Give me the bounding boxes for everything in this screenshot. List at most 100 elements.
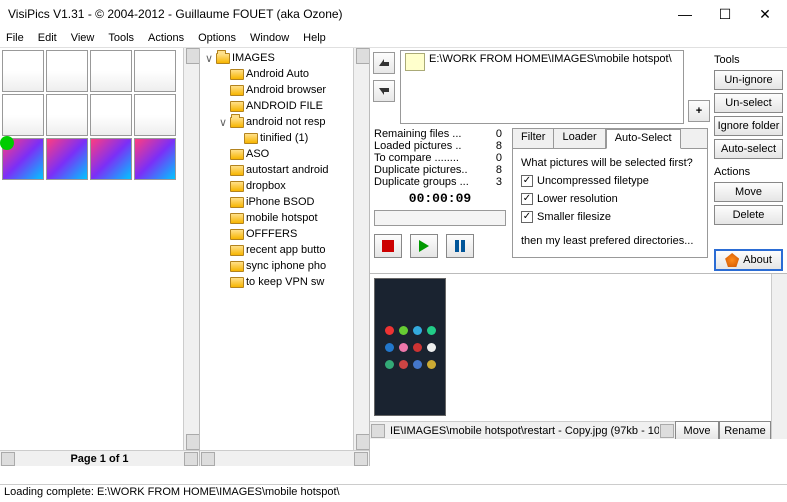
thumbnail[interactable] — [2, 94, 44, 136]
menu-view[interactable]: View — [71, 32, 95, 44]
thumbnails-pager: Page 1 of 1 — [0, 450, 199, 466]
thumbnail[interactable] — [90, 50, 132, 92]
move-button[interactable]: Move — [714, 182, 783, 202]
thumbnails-vscroll[interactable] — [183, 48, 199, 450]
folder-tree[interactable]: ∨ IMAGES Android Auto Android browser AND… — [200, 48, 353, 450]
stats-panel: Remaining files ...0 Loaded pictures ..8… — [374, 128, 502, 188]
scroll-right-button[interactable] — [354, 452, 368, 466]
play-button[interactable] — [410, 234, 438, 258]
checkbox-smaller-size[interactable]: ✓ — [521, 211, 533, 223]
stop-button[interactable] — [374, 234, 402, 258]
thumbnail[interactable] — [2, 50, 44, 92]
thumbnail-grid[interactable] — [0, 48, 183, 450]
folder-icon — [216, 53, 230, 64]
thumbnail[interactable] — [46, 138, 88, 180]
tree-node-label[interactable]: OFFFERS — [246, 228, 297, 240]
pause-button[interactable] — [446, 234, 474, 258]
preview-scroll-left[interactable] — [371, 424, 385, 438]
tree-vscroll[interactable] — [353, 48, 369, 450]
thumbnail[interactable] — [90, 138, 132, 180]
tree-node-label[interactable]: dropbox — [246, 180, 286, 192]
auto-select-button[interactable]: Auto-select — [714, 139, 783, 159]
about-button[interactable]: About — [714, 249, 783, 271]
menu-actions[interactable]: Actions — [148, 32, 184, 44]
tab-auto-select[interactable]: Auto-Select — [606, 129, 681, 149]
folder-icon — [230, 181, 244, 192]
tree-collapse-icon[interactable]: ∨ — [218, 116, 228, 129]
controls-pane: E:\WORK FROM HOME\IMAGES\mobile hotspot\… — [370, 48, 787, 466]
scroll-left-button[interactable] — [201, 452, 215, 466]
thumbnail[interactable] — [134, 94, 176, 136]
elapsed-timer: 00:00:09 — [374, 191, 506, 206]
progress-bar — [374, 210, 506, 226]
remove-path-button[interactable] — [373, 80, 395, 102]
tree-node-label[interactable]: iPhone BSOD — [246, 196, 314, 208]
close-button[interactable]: ✕ — [751, 4, 779, 24]
folder-icon — [230, 213, 244, 224]
menubar: File Edit View Tools Actions Options Win… — [0, 28, 787, 48]
tree-node-label[interactable]: autostart android — [246, 164, 329, 176]
options-tabs: Filter Loader Auto-Select What pictures … — [512, 128, 708, 258]
page-next-button[interactable] — [184, 452, 198, 466]
thumbnail[interactable] — [2, 138, 44, 180]
tree-hscroll[interactable] — [200, 450, 369, 466]
menu-edit[interactable]: Edit — [38, 32, 57, 44]
minimize-button[interactable]: ― — [671, 4, 699, 24]
tree-node-label[interactable]: sync iphone pho — [246, 260, 326, 272]
status-text: Loading complete: E:\WORK FROM HOME\IMAG… — [4, 486, 340, 498]
folder-icon — [230, 117, 244, 128]
preview-move-button[interactable]: Move — [675, 421, 719, 440]
folder-icon — [230, 245, 244, 256]
tools-heading: Tools — [714, 54, 783, 66]
thumbnail[interactable] — [46, 50, 88, 92]
tree-node-label[interactable]: ANDROID FILE — [246, 100, 323, 112]
add-button[interactable]: + — [688, 100, 710, 122]
tree-node-label[interactable]: ASO — [246, 148, 269, 160]
menu-file[interactable]: File — [6, 32, 24, 44]
tree-node-label[interactable]: Android browser — [246, 84, 326, 96]
folder-icon — [230, 229, 244, 240]
page-prev-button[interactable] — [1, 452, 15, 466]
tree-node-label[interactable]: to keep VPN sw — [246, 276, 324, 288]
stat-value: 8 — [496, 140, 502, 152]
maximize-button[interactable]: ☐ — [711, 4, 739, 24]
tree-node-label[interactable]: IMAGES — [232, 52, 275, 64]
menu-window[interactable]: Window — [250, 32, 289, 44]
folder-icon — [230, 277, 244, 288]
tree-node-label[interactable]: mobile hotspot — [246, 212, 318, 224]
tree-node-label[interactable]: tinified (1) — [260, 132, 308, 144]
thumbnail[interactable] — [46, 94, 88, 136]
page-indicator: Page 1 of 1 — [70, 453, 128, 465]
ignore-folder-button[interactable]: Ignore folder — [714, 116, 783, 136]
folder-icon — [230, 165, 244, 176]
preview-rename-button[interactable]: Rename — [719, 421, 771, 440]
fox-icon — [725, 253, 739, 267]
thumbnails-pane: Page 1 of 1 — [0, 48, 200, 466]
add-path-button[interactable] — [373, 52, 395, 74]
tab-loader[interactable]: Loader — [554, 129, 605, 148]
preview-vscroll[interactable] — [771, 274, 787, 439]
checkbox-lower-res[interactable]: ✓ — [521, 193, 533, 205]
delete-button[interactable]: Delete — [714, 205, 783, 225]
menu-tools[interactable]: Tools — [108, 32, 134, 44]
folder-icon — [230, 69, 244, 80]
thumbnail[interactable] — [134, 138, 176, 180]
tree-node-label[interactable]: recent app butto — [246, 244, 326, 256]
thumbnail[interactable] — [134, 50, 176, 92]
preview-scroll-right[interactable] — [660, 424, 674, 438]
tree-collapse-icon[interactable]: ∨ — [204, 52, 214, 65]
path-list[interactable]: E:\WORK FROM HOME\IMAGES\mobile hotspot\ — [400, 50, 684, 124]
tree-node-label[interactable]: android not resp — [246, 116, 326, 128]
stat-value: 0 — [496, 152, 502, 164]
menu-help[interactable]: Help — [303, 32, 326, 44]
preview-image[interactable] — [374, 278, 446, 416]
checkbox-uncompressed[interactable]: ✓ — [521, 175, 533, 187]
unignore-button[interactable]: Un-ignore — [714, 70, 783, 90]
menu-options[interactable]: Options — [198, 32, 236, 44]
folder-icon — [230, 101, 244, 112]
tab-filter[interactable]: Filter — [513, 129, 554, 148]
unselect-button[interactable]: Un-select — [714, 93, 783, 113]
tree-node-label[interactable]: Android Auto — [246, 68, 309, 80]
thumbnail[interactable] — [90, 94, 132, 136]
stat-label: Duplicate groups ... — [374, 176, 469, 188]
